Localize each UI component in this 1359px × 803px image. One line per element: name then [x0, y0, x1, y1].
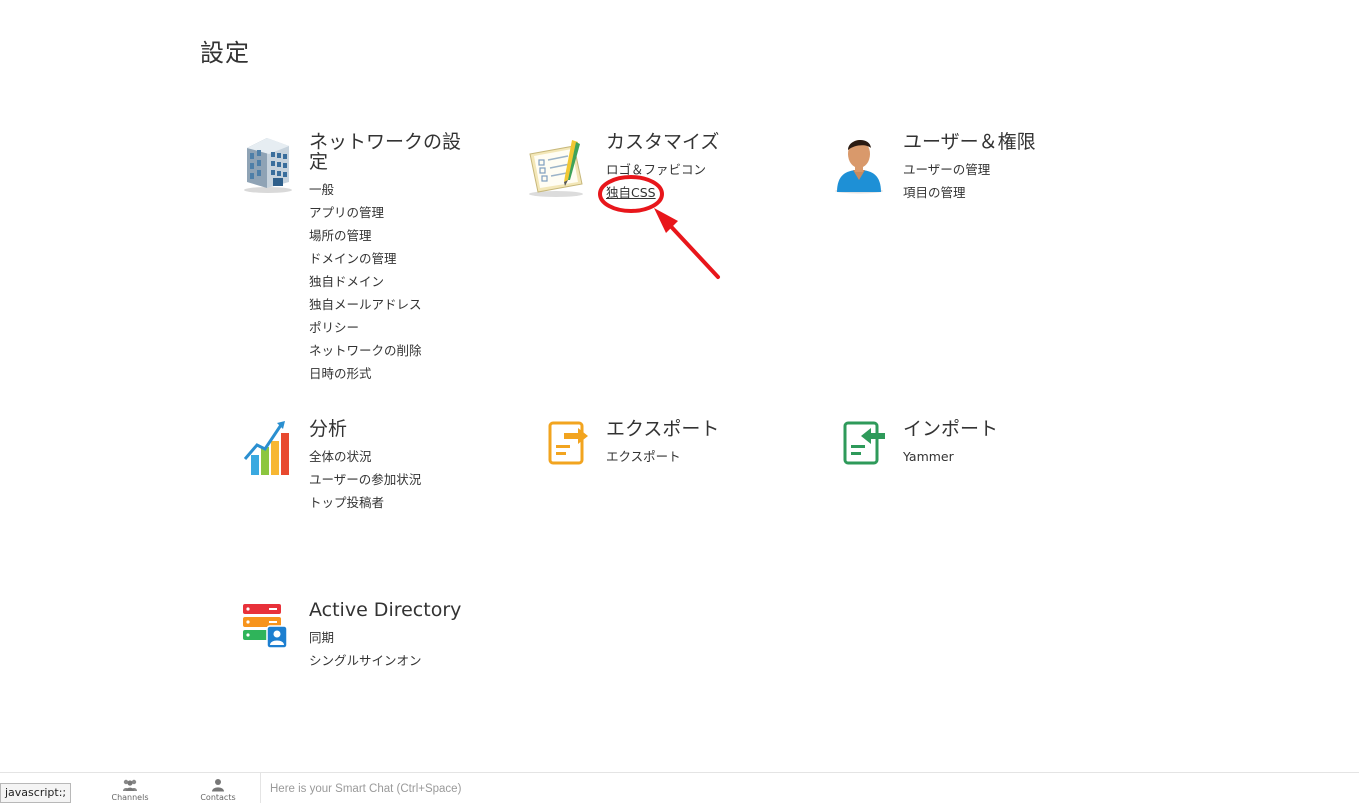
link-top-posters[interactable]: トップ投稿者 [309, 491, 549, 514]
page-title: 設定 [200, 39, 250, 67]
link-single-sign-on[interactable]: シングルサインオン [309, 649, 549, 672]
section-customize: カスタマイズ ロゴ＆ファビコン 独自CSS [529, 131, 846, 204]
section-title: インポート [903, 418, 999, 440]
link-custom-css[interactable]: 独自CSS [606, 181, 846, 204]
contacts-button[interactable]: Contacts [188, 778, 248, 802]
link-delete-network[interactable]: ネットワークの削除 [309, 339, 549, 362]
users-links: ユーザーの管理 項目の管理 [903, 158, 1143, 204]
link-user-participation[interactable]: ユーザーの参加状況 [309, 468, 549, 491]
section-title: 分析 [309, 418, 348, 440]
link-location-management[interactable]: 場所の管理 [309, 224, 549, 247]
section-export: エクスポート エクスポート [548, 418, 846, 468]
smart-chat-input[interactable] [262, 777, 1359, 801]
channels-icon [123, 779, 137, 791]
channels-label: Channels [111, 793, 149, 802]
building-icon [237, 132, 299, 194]
export-links: エクスポート [606, 445, 846, 468]
section-title: カスタマイズ [606, 131, 720, 153]
customize-links: ロゴ＆ファビコン 独自CSS [606, 158, 846, 204]
import-links: Yammer [903, 445, 1143, 468]
link-app-management[interactable]: アプリの管理 [309, 201, 549, 224]
section-title: ユーザー＆権限 [903, 131, 1036, 153]
bar-chart-icon [237, 419, 299, 481]
link-custom-domain[interactable]: 独自ドメイン [309, 270, 549, 293]
section-title: ネットワークの設定 [309, 131, 462, 173]
checklist-icon [526, 138, 592, 198]
link-date-format[interactable]: 日時の形式 [309, 362, 549, 385]
section-users-permissions: ユーザー＆権限 ユーザーの管理 項目の管理 [835, 131, 1143, 204]
annotation-arrow [662, 217, 720, 279]
link-export[interactable]: エクスポート [606, 445, 846, 468]
link-overall-status[interactable]: 全体の状況 [309, 445, 549, 468]
link-logo-favicon[interactable]: ロゴ＆ファビコン [606, 158, 846, 181]
settings-page: 設定 ネットワークの設定 一般 アプリの管理 場所の管理 ドメインの管理 独自ド… [0, 0, 1359, 803]
link-field-management[interactable]: 項目の管理 [903, 181, 1143, 204]
contacts-icon [212, 779, 224, 792]
section-network-settings: ネットワークの設定 一般 アプリの管理 場所の管理 ドメインの管理 独自ドメイン… [244, 131, 549, 385]
export-icon [544, 419, 594, 469]
link-sync[interactable]: 同期 [309, 626, 549, 649]
section-title: Active Directory [309, 599, 462, 621]
bottom-bar-divider [260, 773, 261, 803]
analysis-links: 全体の状況 ユーザーの参加状況 トップ投稿者 [309, 445, 549, 514]
link-general[interactable]: 一般 [309, 178, 549, 201]
link-custom-email[interactable]: 独自メールアドレス [309, 293, 549, 316]
link-policy[interactable]: ポリシー [309, 316, 549, 339]
link-domain-management[interactable]: ドメインの管理 [309, 247, 549, 270]
link-yammer[interactable]: Yammer [903, 445, 1143, 468]
user-avatar-icon [831, 132, 893, 194]
directory-server-icon [239, 600, 289, 652]
active-directory-links: 同期 シングルサインオン [309, 626, 549, 672]
section-import: インポート Yammer [843, 418, 1143, 468]
section-active-directory: Active Directory 同期 シングルサインオン [243, 599, 549, 672]
link-user-management[interactable]: ユーザーの管理 [903, 158, 1143, 181]
section-analysis: 分析 全体の状況 ユーザーの参加状況 トップ投稿者 [243, 418, 549, 514]
annotation-arrowhead [654, 208, 678, 233]
section-title: エクスポート [606, 418, 720, 440]
network-settings-links: 一般 アプリの管理 場所の管理 ドメインの管理 独自ドメイン 独自メールアドレス… [309, 178, 549, 385]
bottom-chat-bar: Channels Contacts javascript:; [0, 772, 1359, 803]
contacts-label: Contacts [200, 793, 236, 802]
import-icon [841, 419, 891, 469]
status-url-tooltip: javascript:; [0, 783, 72, 803]
channels-button[interactable]: Channels [100, 778, 160, 802]
